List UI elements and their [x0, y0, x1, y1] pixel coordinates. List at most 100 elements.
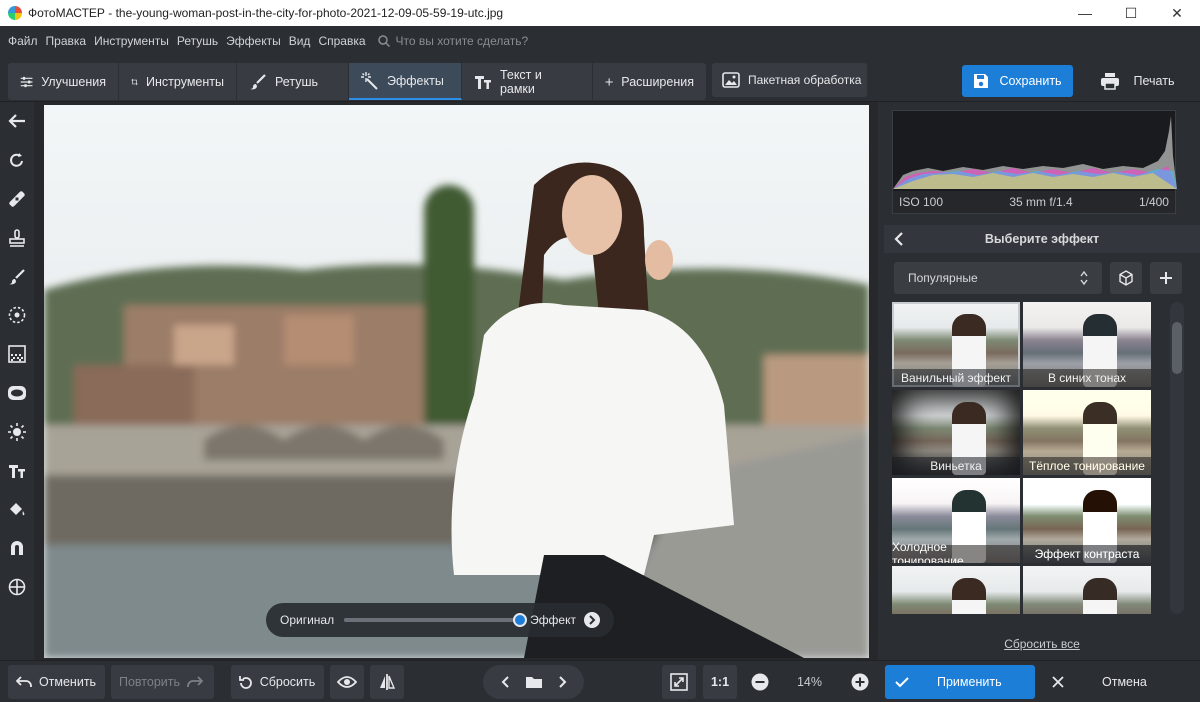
next-circle-button[interactable] — [584, 612, 600, 628]
vignette-tool[interactable] — [0, 374, 34, 413]
slider-track[interactable] — [344, 613, 528, 627]
effects-back-button[interactable] — [894, 231, 904, 250]
menu-tools[interactable]: Инструменты — [94, 34, 169, 48]
stamp-tool[interactable] — [0, 218, 34, 257]
print-label: Печать — [1133, 74, 1175, 88]
chevron-right-icon — [589, 615, 596, 625]
tab-effects[interactable]: Эффекты — [349, 63, 462, 100]
tab-retouch[interactable]: Ретушь — [237, 63, 349, 100]
eye-icon — [337, 676, 357, 688]
thumb-preview — [952, 578, 986, 614]
photo-preview[interactable] — [44, 105, 869, 658]
save-button[interactable]: Сохранить — [962, 65, 1073, 97]
undo-button[interactable]: Отменить — [8, 665, 105, 699]
fit-screen-icon — [670, 673, 688, 691]
radial-filter-tool[interactable] — [0, 296, 34, 335]
stamp-icon — [9, 228, 25, 247]
actual-size-button[interactable]: 1:1 — [703, 665, 737, 699]
magic-wand-icon — [361, 71, 378, 90]
tab-extensions[interactable]: Расширения — [593, 63, 706, 100]
preview-toggle-button[interactable] — [330, 665, 364, 699]
open-folder-button[interactable] — [518, 675, 550, 689]
effect-label: Холодное тонирование — [892, 540, 1020, 563]
tab-enhancements[interactable]: Улучшения — [8, 63, 119, 100]
menu-retouch[interactable]: Ретушь — [177, 34, 218, 48]
reset-all-link[interactable]: Сбросить все — [884, 637, 1200, 651]
menu-bar: Файл Правка Инструменты Ретушь Эффекты В… — [0, 26, 1200, 56]
rotate-tool[interactable] — [0, 141, 34, 180]
effect-thumb-7[interactable] — [892, 566, 1020, 614]
effects-controls: Популярные — [892, 262, 1192, 296]
effect-thumb-cold[interactable]: Холодное тонирование — [892, 478, 1020, 563]
menu-view[interactable]: Вид — [289, 34, 311, 48]
right-panel: ISO 100 35 mm f/1.4 1/400 Выберите эффек… — [884, 102, 1200, 660]
cube-icon — [1119, 270, 1133, 286]
tab-label: Ретушь — [275, 74, 318, 89]
canvas-area[interactable]: Оригинал Эффект — [34, 102, 878, 660]
slider-fill — [344, 618, 521, 622]
sliders-icon — [20, 76, 33, 87]
effect-thumb-vanilla[interactable]: Ванильный эффект — [892, 302, 1020, 387]
checkmark-icon — [895, 677, 909, 688]
menu-edit[interactable]: Правка — [46, 34, 87, 48]
iso-value: ISO 100 — [899, 195, 944, 209]
compare-split-button[interactable] — [370, 665, 404, 699]
maximize-button[interactable]: ☐ — [1108, 0, 1154, 26]
menu-file[interactable]: Файл — [8, 34, 38, 48]
effect-thumb-vignette[interactable]: Виньетка — [892, 390, 1020, 475]
light-tool[interactable] — [0, 412, 34, 451]
tab-text-frames[interactable]: Текст и рамки — [462, 63, 593, 100]
gradient-filter-tool[interactable] — [0, 335, 34, 374]
scrollbar-thumb[interactable] — [1172, 322, 1182, 374]
cancel-button[interactable]: Отмена — [1042, 665, 1196, 699]
category-select[interactable]: Популярные — [894, 262, 1102, 294]
prev-file-button[interactable] — [494, 675, 518, 689]
close-icon — [1052, 676, 1064, 688]
add-effect-button[interactable] — [1150, 262, 1182, 294]
healing-tool[interactable] — [0, 180, 34, 219]
minus-circle-icon — [751, 673, 769, 691]
effects-scrollbar[interactable] — [1170, 302, 1184, 614]
exif-info: ISO 100 35 mm f/1.4 1/400 — [893, 191, 1175, 213]
original-label: Оригинал — [280, 613, 335, 627]
zoom-in-button[interactable] — [843, 665, 877, 699]
menu-help[interactable]: Справка — [318, 34, 365, 48]
brush-tool[interactable] — [0, 257, 34, 296]
slider-handle[interactable] — [513, 613, 528, 627]
text-tool[interactable] — [0, 451, 34, 490]
effects-grid: Ванильный эффект В синих тонах Виньетка … — [892, 302, 1154, 614]
thumb-preview — [1083, 578, 1117, 614]
effect-label: Виньетка — [892, 457, 1020, 475]
command-search[interactable]: Что вы хотите сделать? — [377, 34, 528, 48]
close-window-button[interactable]: ✕ — [1154, 0, 1200, 26]
fill-tool[interactable] — [0, 490, 34, 529]
bottom-bar: Отменить Повторить Сбросить 1:1 14% Прим… — [0, 660, 1200, 702]
effect-thumb-8[interactable] — [1023, 566, 1151, 614]
effects-header: Выберите эффект — [884, 225, 1200, 253]
redo-button[interactable]: Повторить — [111, 665, 214, 699]
apply-button[interactable]: Применить — [885, 665, 1035, 699]
next-file-button[interactable] — [550, 675, 574, 689]
tab-tools[interactable]: Инструменты — [119, 63, 237, 100]
chevron-right-icon — [558, 676, 566, 688]
vignette-icon — [8, 385, 26, 400]
print-button[interactable]: Печать — [1082, 65, 1192, 97]
reset-button[interactable]: Сбросить — [231, 665, 324, 699]
effect-thumb-contrast[interactable]: Эффект контраста — [1023, 478, 1151, 563]
shapes-tool[interactable] — [0, 529, 34, 568]
zoom-out-button[interactable] — [743, 665, 777, 699]
tab-label: Инструменты — [146, 74, 224, 89]
target-tool[interactable] — [0, 568, 34, 607]
before-after-slider[interactable]: Оригинал Эффект — [266, 603, 614, 637]
batch-processing-button[interactable]: Пакетная обработка — [712, 63, 867, 97]
effect-label: Эффект — [530, 613, 576, 627]
back-button[interactable] — [0, 102, 34, 141]
3d-effects-button[interactable] — [1110, 262, 1142, 294]
menu-effects[interactable]: Эффекты — [226, 34, 281, 48]
minimize-button[interactable]: — — [1062, 0, 1108, 26]
effect-thumb-blue[interactable]: В синих тонах — [1023, 302, 1151, 387]
text-icon — [474, 75, 491, 89]
fit-screen-button[interactable] — [662, 665, 696, 699]
effect-thumb-warm[interactable]: Тёплое тонирование — [1023, 390, 1151, 475]
search-icon — [377, 35, 390, 47]
